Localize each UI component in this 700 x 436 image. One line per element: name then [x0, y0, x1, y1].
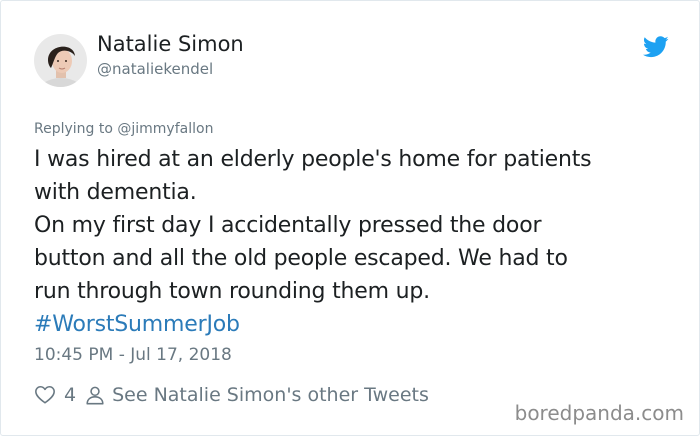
tweet-timestamp[interactable]: 10:45 PM - Jul 17, 2018: [34, 345, 232, 365]
watermark: boredpanda.com: [514, 401, 684, 425]
tweet-line: button and all the old people escaped. W…: [34, 246, 568, 271]
tweet-line: run through town rounding them up.: [34, 279, 430, 304]
author-name[interactable]: Natalie Simon: [97, 32, 244, 57]
reply-context[interactable]: Replying to @jimmyfallon: [34, 121, 213, 138]
tweet-text: I was hired at an elderly people's home …: [34, 143, 674, 341]
avatar[interactable]: [34, 34, 87, 87]
tweet-line: On my first day I accidentally pressed t…: [34, 213, 542, 238]
tweet-actions: 4 See Natalie Simon's other Tweets: [34, 382, 429, 408]
twitter-bird-icon[interactable]: [643, 36, 669, 58]
hashtag-link[interactable]: #WorstSummerJob: [34, 308, 674, 341]
tweet-line: I was hired at an elderly people's home …: [34, 147, 592, 172]
other-tweets-link[interactable]: See Natalie Simon's other Tweets: [112, 384, 429, 406]
tweet-card: Natalie Simon @nataliekendel Replying to…: [0, 0, 700, 436]
author-handle[interactable]: @nataliekendel: [97, 60, 213, 78]
likes-count: 4: [64, 384, 77, 406]
heart-icon[interactable]: [34, 384, 56, 406]
tweet-line: with dementia.: [34, 180, 197, 205]
avatar-photo: [34, 34, 87, 87]
person-icon: [86, 386, 104, 405]
